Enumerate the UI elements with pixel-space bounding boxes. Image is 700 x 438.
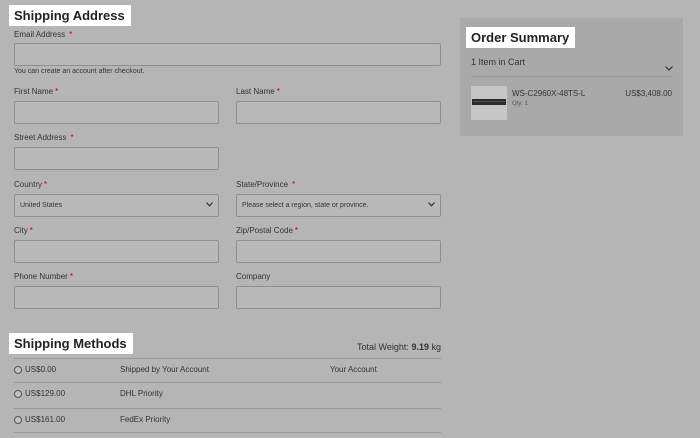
country-label: Country * [14, 180, 48, 189]
first-name-label: First Name * [14, 87, 59, 96]
city-label: City * [14, 226, 33, 235]
product-qty: Qty: 1 [512, 101, 529, 107]
country-selected-value: United States [20, 202, 63, 209]
first-name-field[interactable] [14, 101, 219, 124]
shipping-method-row[interactable]: US$161.00 FedEx Priority [14, 410, 441, 433]
shipping-methods-title: Shipping Methods [9, 333, 133, 354]
method-price: US$0.00 [25, 365, 57, 374]
state-select[interactable]: Please select a region, state or provinc… [236, 194, 441, 217]
chevron-down-icon [428, 202, 435, 208]
email-help-text: You can create an account after checkout… [14, 68, 145, 75]
method-name: DHL Priority [120, 389, 163, 398]
street-address-label: Street Address * [14, 133, 74, 142]
methods-divider [14, 358, 441, 359]
country-select[interactable]: United States [14, 194, 219, 217]
cart-count-label: 1 Item in Cart [471, 57, 526, 67]
total-weight: Total Weight: 9.19 kg [357, 342, 441, 352]
radio-icon[interactable] [14, 416, 22, 424]
zip-field[interactable] [236, 240, 441, 263]
company-label: Company [236, 272, 271, 281]
row-divider [14, 432, 441, 433]
email-label: Email Address * [14, 30, 73, 39]
product-image [471, 86, 507, 120]
phone-field[interactable] [14, 286, 219, 309]
email-field[interactable] [14, 43, 441, 66]
method-price: US$161.00 [25, 415, 66, 424]
summary-divider [471, 76, 672, 77]
switch-product-image [472, 99, 506, 105]
order-summary-title: Order Summary [466, 27, 576, 48]
method-name: Shipped by Your Account [120, 365, 209, 374]
row-divider [14, 382, 441, 383]
state-placeholder: Please select a region, state or provinc… [242, 202, 369, 209]
shipping-method-row[interactable]: US$0.00 Shipped by Your Account Your Acc… [14, 360, 441, 383]
product-name[interactable]: WS-C2960X-48TS-L [512, 89, 585, 98]
chevron-down-icon [665, 58, 673, 76]
company-field[interactable] [236, 286, 441, 309]
shipping-address-title: Shipping Address [9, 5, 131, 26]
row-divider [14, 408, 441, 409]
radio-icon[interactable] [14, 366, 22, 374]
cart-items-toggle[interactable]: 1 Item in Cart [471, 53, 673, 71]
street-address-field[interactable] [14, 147, 219, 170]
chevron-down-icon [206, 202, 213, 208]
state-label: State/Province * [236, 180, 296, 189]
method-carrier: Your Account [330, 365, 377, 374]
zip-label: Zip/Postal Code * [236, 226, 299, 235]
product-price: US$3,408.00 [625, 89, 672, 98]
shipping-method-row[interactable]: US$129.00 DHL Priority [14, 384, 441, 407]
radio-icon[interactable] [14, 390, 22, 398]
method-name: FedEx Priority [120, 415, 171, 424]
last-name-label: Last Name * [236, 87, 280, 96]
method-price: US$129.00 [25, 389, 66, 398]
last-name-field[interactable] [236, 101, 441, 124]
phone-label: Phone Number * [14, 272, 73, 281]
city-field[interactable] [14, 240, 219, 263]
